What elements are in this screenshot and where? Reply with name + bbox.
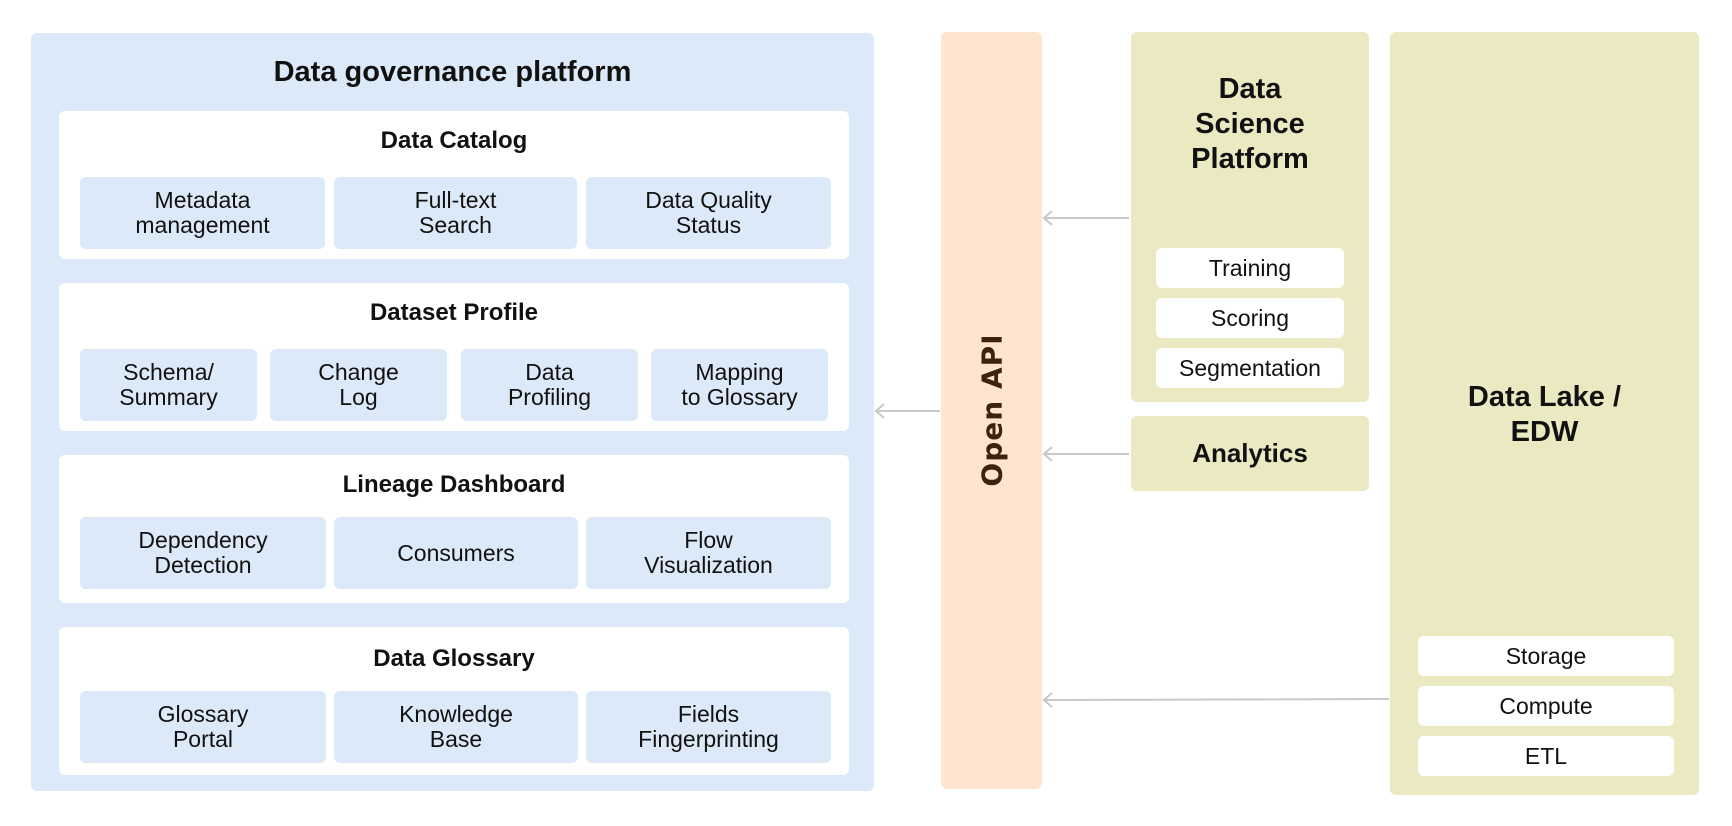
arrow-open-api-to-governance xyxy=(874,403,940,419)
arrow-analytics-to-open-api xyxy=(1042,446,1129,462)
arrow-dsp-to-open-api xyxy=(1042,210,1129,226)
arrow-data-lake-to-open-api xyxy=(1042,692,1390,708)
connection-arrows xyxy=(874,210,1390,708)
